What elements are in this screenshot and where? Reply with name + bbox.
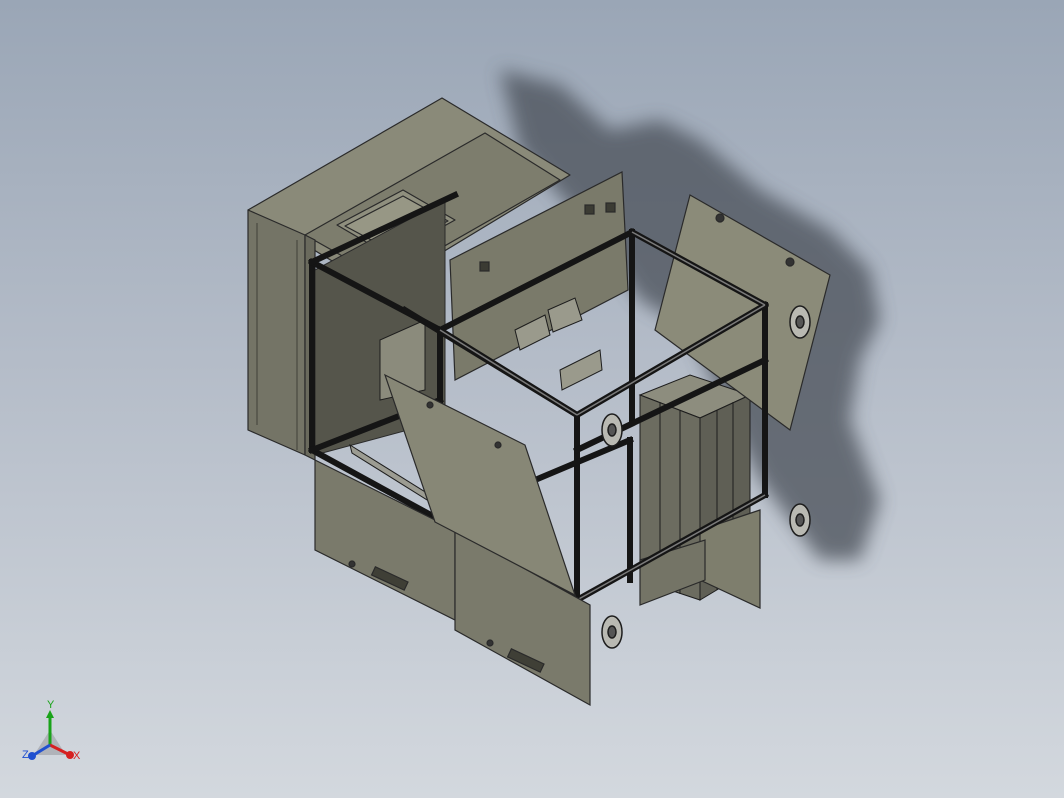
caster-front-left[interactable] xyxy=(601,615,623,649)
cabinet-assembly-model[interactable] xyxy=(0,0,1064,798)
orientation-triad[interactable]: Y X Z xyxy=(14,700,94,780)
caster-front-right[interactable] xyxy=(601,413,623,447)
axis-y-label: Y xyxy=(47,699,55,711)
axis-z-label: Z xyxy=(22,749,29,761)
caster-rear-left[interactable] xyxy=(789,503,811,537)
triad-icon xyxy=(28,710,74,760)
cad-viewport[interactable]: Y X Z xyxy=(0,0,1064,798)
axis-x-label: X xyxy=(73,750,81,762)
caster-rear-right[interactable] xyxy=(789,305,811,339)
